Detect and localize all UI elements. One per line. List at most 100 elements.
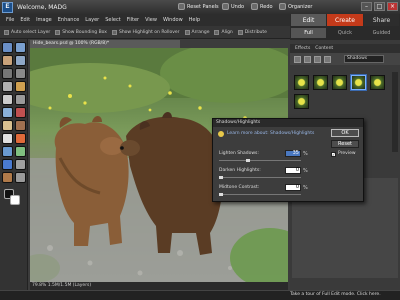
preview-checkbox[interactable]: ✓ — [331, 152, 336, 157]
lighten-shadows-input[interactable]: 35 — [285, 150, 301, 157]
slider-handle[interactable] — [246, 159, 251, 162]
midtone-contrast-input[interactable]: 0 — [285, 184, 301, 191]
gradient-tool-icon[interactable] — [15, 146, 26, 157]
panel-scrollbar[interactable] — [392, 72, 398, 152]
photo-effects-icon[interactable] — [314, 55, 321, 63]
paint-bucket-tool-icon[interactable] — [2, 146, 13, 157]
slider-handle[interactable] — [219, 193, 223, 196]
filters-icon[interactable] — [294, 55, 301, 63]
show-highlight-option[interactable]: Show Highlight on Rollover — [111, 29, 180, 35]
status-bar: 79.8% 1.5M/1.5M (Layers) — [30, 282, 288, 290]
panel-tabs: Effects Content — [290, 44, 400, 53]
bottom-bar: Take a tour of Full Edit mode. Click her… — [0, 290, 400, 300]
type-tool-icon[interactable] — [2, 94, 13, 105]
checkbox-icon — [111, 29, 117, 35]
lasso-tool-icon[interactable] — [15, 68, 26, 79]
menu-window[interactable]: Window — [163, 17, 183, 23]
organizer-button[interactable]: Organizer — [279, 3, 312, 10]
close-button[interactable]: × — [387, 2, 398, 11]
menu-help[interactable]: Help — [189, 17, 200, 23]
subtab-quick[interactable]: Quick — [327, 28, 363, 38]
brush-tool-icon[interactable] — [15, 133, 26, 144]
maximize-button[interactable]: □ — [374, 2, 385, 11]
redo-button[interactable]: Redo — [251, 3, 273, 10]
sponge-tool-icon[interactable] — [2, 172, 13, 183]
darken-highlights-label: Darken Highlights: — [219, 168, 261, 173]
tab-create[interactable]: Create — [327, 14, 363, 26]
effect-thumbnail[interactable] — [294, 94, 309, 109]
learn-more-link[interactable]: Learn more about: Shadows/Highlights — [227, 131, 314, 136]
effect-thumbnail[interactable] — [313, 75, 328, 90]
align-dropdown[interactable]: Align — [214, 29, 233, 35]
move-tool-icon[interactable] — [2, 42, 13, 53]
effect-thumbnail-selected[interactable] — [351, 75, 366, 90]
menu-view[interactable]: View — [145, 17, 157, 23]
magic-wand-tool-icon[interactable] — [2, 81, 13, 92]
preview-label: Preview — [338, 151, 356, 156]
arrange-icon — [184, 29, 190, 35]
darken-highlights-slider[interactable] — [219, 177, 301, 178]
menu-select[interactable]: Select — [105, 17, 120, 23]
midtone-contrast-slider[interactable] — [219, 194, 301, 195]
effect-thumbnail[interactable] — [332, 75, 347, 90]
red-eye-tool-icon[interactable] — [15, 107, 26, 118]
eyedropper-tool-icon[interactable] — [15, 55, 26, 66]
lighten-shadows-slider[interactable] — [219, 160, 301, 161]
menu-bar: File Edit Image Enhance Layer Select Fil… — [0, 14, 290, 26]
tab-edit[interactable]: Edit — [291, 14, 326, 26]
midtone-contrast-label: Midtone Contrast: — [219, 185, 260, 190]
document-tab[interactable]: Hide_bears.psd @ 100% (RGB/8)* — [30, 40, 180, 48]
distribute-icon — [237, 29, 243, 35]
eraser-tool-icon[interactable] — [2, 133, 13, 144]
show-bounding-box-option[interactable]: Show Bounding Box — [55, 29, 107, 35]
undo-button[interactable]: Undo — [222, 3, 244, 10]
recompose-tool-icon[interactable] — [2, 107, 13, 118]
menu-file[interactable]: File — [6, 17, 14, 23]
reset-button[interactable]: Reset — [331, 140, 359, 148]
arrange-dropdown[interactable]: Arrange — [184, 29, 209, 35]
tab-content[interactable]: Content — [315, 46, 333, 51]
menu-image[interactable]: Image — [36, 17, 52, 23]
effect-thumbnail[interactable] — [370, 75, 385, 90]
app-logo: E — [2, 1, 13, 13]
align-icon — [214, 29, 220, 35]
toolbox — [0, 39, 28, 290]
auto-select-layer-option[interactable]: Auto select Layer — [4, 29, 50, 35]
pencil-tool-icon[interactable] — [15, 172, 26, 183]
minimize-button[interactable]: – — [361, 2, 372, 11]
styles-icon[interactable] — [304, 55, 311, 63]
hand-tool-icon[interactable] — [2, 55, 13, 66]
tour-link[interactable]: Take a tour of Full Edit mode. Click her… — [290, 292, 381, 297]
tab-share[interactable]: Share — [364, 14, 399, 26]
marquee-tool-icon[interactable] — [2, 68, 13, 79]
menu-enhance[interactable]: Enhance — [58, 17, 80, 23]
menu-filter[interactable]: Filter — [127, 17, 139, 23]
subtab-full[interactable]: Full — [291, 28, 326, 38]
effect-thumbnail[interactable] — [294, 75, 309, 90]
background-color-swatch[interactable] — [10, 195, 20, 205]
crop-tool-icon[interactable] — [15, 94, 26, 105]
clone-stamp-tool-icon[interactable] — [15, 120, 26, 131]
percent-unit: % — [303, 185, 308, 191]
healing-brush-tool-icon[interactable] — [2, 120, 13, 131]
window-title: Welcome, MADG — [17, 3, 67, 11]
ok-button[interactable]: OK — [331, 129, 359, 137]
effects-category-dropdown[interactable]: Shadows — [344, 55, 384, 63]
blur-tool-icon[interactable] — [15, 159, 26, 170]
shadows-highlights-dialog: Shadows/Highlights Learn more about: Sha… — [212, 118, 364, 202]
darken-highlights-input[interactable]: 0 — [285, 167, 301, 174]
redo-icon — [251, 3, 258, 10]
menu-edit[interactable]: Edit — [20, 17, 30, 23]
percent-unit: % — [303, 168, 308, 174]
tab-effects[interactable]: Effects — [295, 46, 310, 51]
reset-panels-button[interactable]: Reset Panels — [178, 3, 219, 10]
slider-handle[interactable] — [219, 176, 223, 179]
subtab-guided[interactable]: Guided — [364, 28, 399, 38]
distribute-dropdown[interactable]: Distribute — [237, 29, 267, 35]
zoom-tool-icon[interactable] — [15, 42, 26, 53]
quick-selection-tool-icon[interactable] — [15, 81, 26, 92]
effects-toolbar: Shadows — [290, 53, 400, 65]
shape-tool-icon[interactable] — [2, 159, 13, 170]
menu-layer[interactable]: Layer — [85, 17, 99, 23]
show-all-icon[interactable] — [324, 55, 331, 63]
